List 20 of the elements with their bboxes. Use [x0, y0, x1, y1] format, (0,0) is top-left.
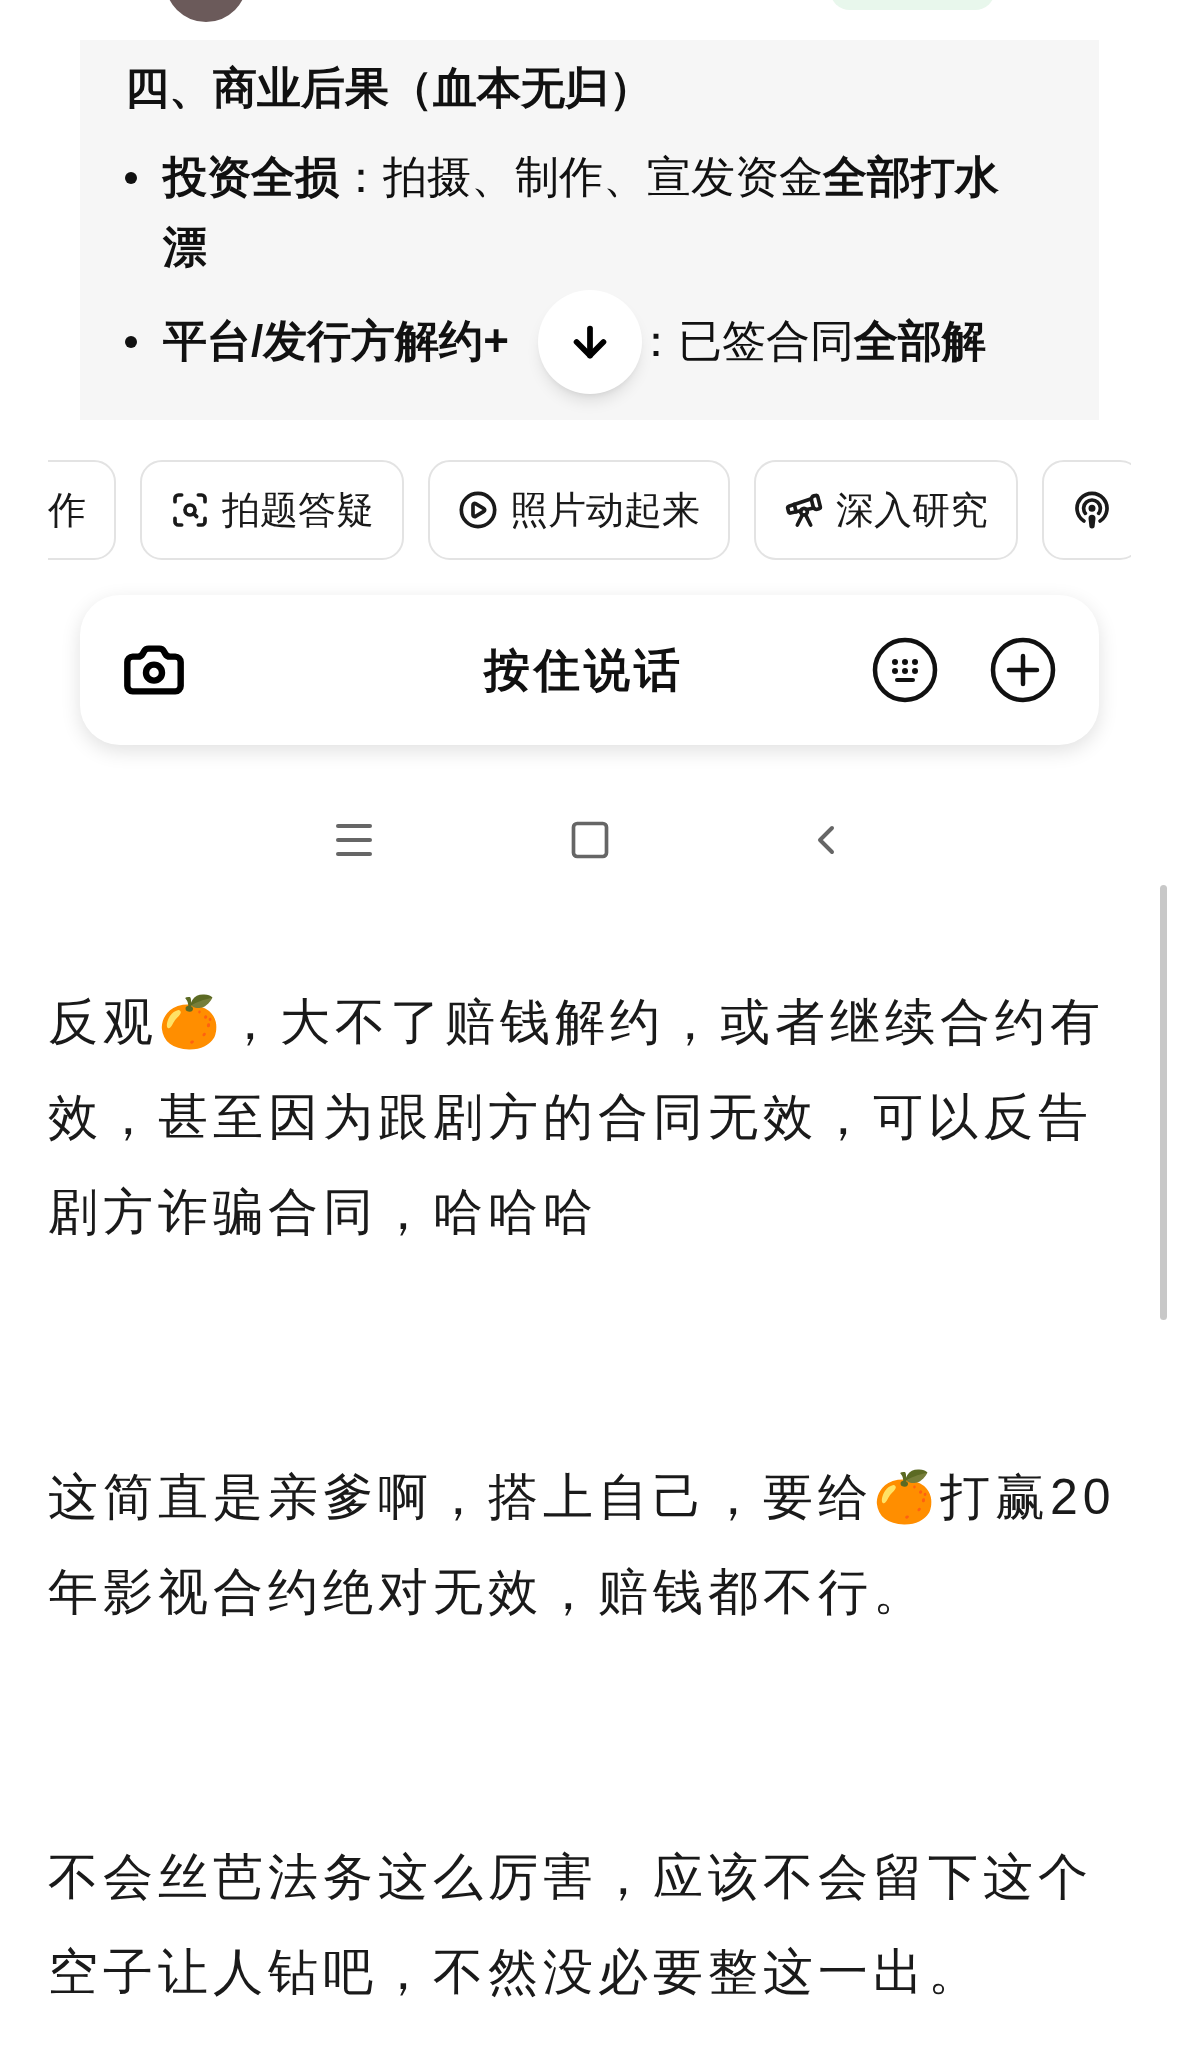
shortcut-chip[interactable]: 深入研究 — [754, 460, 1018, 560]
telescope-icon — [784, 490, 824, 530]
bullet-label: 平台/发行方解约+ — [163, 315, 509, 367]
voice-input-bar[interactable]: 按住说话 — [80, 595, 1099, 745]
search-document-icon — [170, 490, 210, 530]
shortcut-chip[interactable]: 照片动起来 — [428, 460, 730, 560]
plus-icon[interactable] — [989, 636, 1057, 704]
section-heading: 四、商业后果（血本无归） — [125, 62, 654, 114]
bullet-text: 投资全损：拍摄、制作、宣发资金全部打水漂 — [163, 151, 1000, 273]
post-paragraph: 这简直是亲爹啊，搭上自己，要给🍊打赢20年影视合约绝对无效，赔钱都不行。 — [48, 1468, 1117, 1622]
shortcut-chip[interactable] — [1042, 460, 1131, 560]
post-paragraph: 反观🍊，大不了赔钱解约，或者继续合约有效，甚至因为跟剧方的合同无效，可以反告剧方诈骗合同，哈哈哈 — [48, 993, 1106, 1242]
hold-to-talk-label[interactable]: 按住说话 — [186, 635, 871, 705]
keyboard-icon[interactable] — [871, 636, 939, 704]
bullet-text: ：已签合同全部解 — [633, 315, 986, 367]
shortcut-chip[interactable]: 拍题答疑 — [140, 460, 404, 560]
play-icon — [458, 490, 498, 530]
post-paragraph: 不会丝芭法务这么厉害，应该不会留下这个空子让人钻吧，不然没必要整这一出。 — [48, 1848, 1094, 2002]
broadcast-icon — [1072, 490, 1112, 530]
shortcut-chip[interactable]: 作 — [48, 460, 116, 560]
